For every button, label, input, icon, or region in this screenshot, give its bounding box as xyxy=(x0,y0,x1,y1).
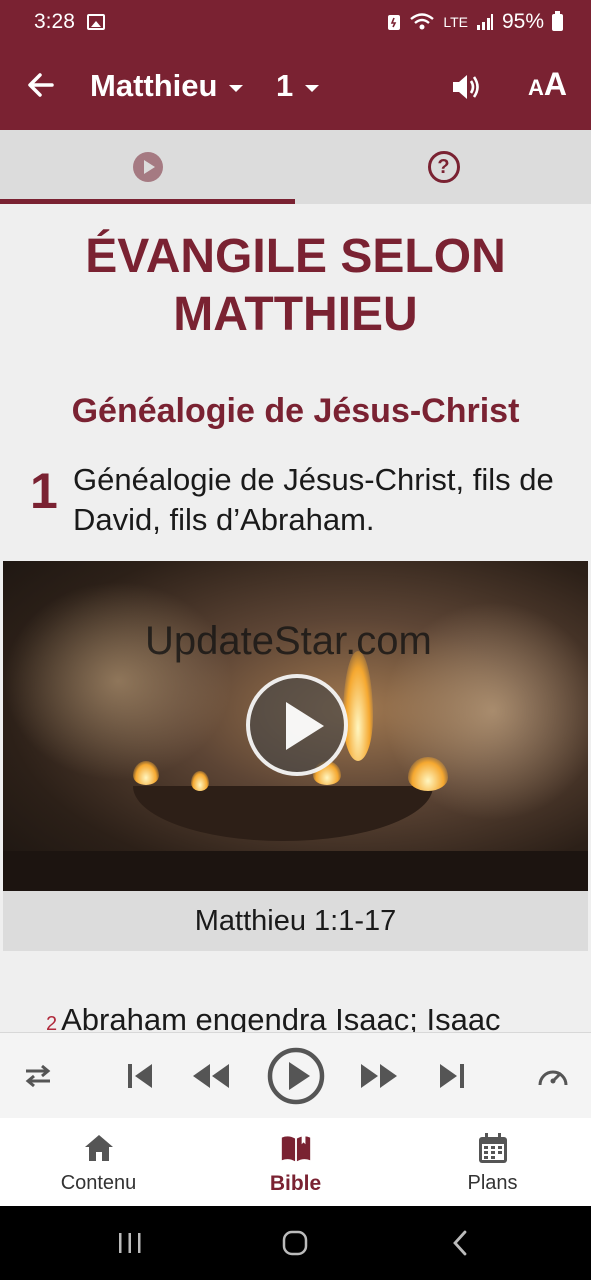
wifi-icon xyxy=(410,13,435,30)
verse-1[interactable]: Généalogie de Jésus-Christ, fils de Davi… xyxy=(73,460,563,540)
tab-bar: ? xyxy=(0,130,591,204)
tab-help[interactable]: ? xyxy=(296,130,591,204)
play-icon[interactable] xyxy=(264,1033,328,1119)
audio-player-bar xyxy=(0,1032,591,1118)
tab-media[interactable] xyxy=(0,130,295,204)
video-caption: Matthieu 1:1-17 xyxy=(3,891,588,951)
speed-icon[interactable] xyxy=(528,1033,578,1119)
video-play-icon[interactable] xyxy=(246,674,348,776)
flame-image xyxy=(343,651,373,761)
verse-number: 2 xyxy=(46,1013,58,1032)
status-bar: 3:28 LTE 95% xyxy=(0,0,591,44)
network-type: LTE xyxy=(443,14,468,30)
chapter-number-large: 1 xyxy=(30,463,58,519)
verse-text: Abraham engendra Isaac; Isaac xyxy=(61,1002,501,1032)
repeat-icon[interactable] xyxy=(14,1033,62,1119)
text-size-button[interactable]: AA xyxy=(528,66,567,103)
signal-icon xyxy=(476,14,493,30)
book-selector[interactable]: Matthieu xyxy=(90,68,244,104)
flame-image xyxy=(133,761,159,785)
home-button-icon[interactable] xyxy=(255,1206,335,1280)
play-circle-icon xyxy=(132,152,163,182)
skip-previous-icon[interactable] xyxy=(116,1033,164,1119)
system-back-icon[interactable] xyxy=(420,1206,500,1280)
verse-2[interactable]: 2 Abraham engendra Isaac; Isaac xyxy=(46,1000,566,1032)
system-navigation-bar xyxy=(0,1206,591,1280)
video-background-light xyxy=(3,581,233,781)
chevron-down-icon xyxy=(305,84,320,92)
chevron-down-icon xyxy=(229,84,244,92)
gallery-notification-icon xyxy=(86,14,105,30)
app-bar: Matthieu 1 AA xyxy=(0,44,591,130)
back-arrow-icon[interactable] xyxy=(26,70,60,104)
rewind-icon[interactable] xyxy=(184,1033,238,1119)
status-time: 3:28 xyxy=(34,10,75,33)
video-player[interactable]: UpdateStar.com xyxy=(3,561,588,891)
recent-apps-icon[interactable] xyxy=(90,1206,170,1280)
chapter-number: 1 xyxy=(276,68,294,103)
status-right: LTE 95% xyxy=(387,10,563,34)
calendar-icon xyxy=(479,1133,507,1163)
skip-next-icon[interactable] xyxy=(428,1033,476,1119)
nav-label: Contenu xyxy=(60,1172,137,1194)
nav-bible[interactable]: Bible xyxy=(197,1118,394,1206)
chapter-selector[interactable]: 1 xyxy=(276,68,320,104)
help-icon: ? xyxy=(427,151,460,183)
nav-plans[interactable]: Plans xyxy=(394,1118,591,1206)
flame-image xyxy=(408,757,448,791)
home-icon xyxy=(85,1135,113,1161)
speaker-icon[interactable] xyxy=(450,72,484,102)
video-table xyxy=(3,851,588,891)
book-title: ÉVANGILE SELON MATTHIEU xyxy=(85,230,506,341)
reading-content[interactable]: ÉVANGILE SELON MATTHIEU Généalogie de Jé… xyxy=(0,204,591,1032)
flame-image xyxy=(191,771,209,791)
nav-contenu[interactable]: Contenu xyxy=(0,1118,197,1206)
section-heading: Généalogie de Jésus-Christ xyxy=(71,392,520,430)
watermark: UpdateStar.com xyxy=(145,619,432,663)
book-icon xyxy=(281,1134,311,1162)
bottom-navigation: Contenu Bible Plans xyxy=(0,1118,591,1206)
oil-lamp-image xyxy=(133,786,433,841)
battery-saver-icon xyxy=(388,15,401,30)
nav-label: Plans xyxy=(467,1172,518,1194)
book-name: Matthieu xyxy=(90,68,218,103)
nav-label: Bible xyxy=(269,1172,322,1195)
battery-percent: 95% xyxy=(501,10,544,33)
battery-icon xyxy=(552,10,563,31)
fast-forward-icon[interactable] xyxy=(352,1033,406,1119)
